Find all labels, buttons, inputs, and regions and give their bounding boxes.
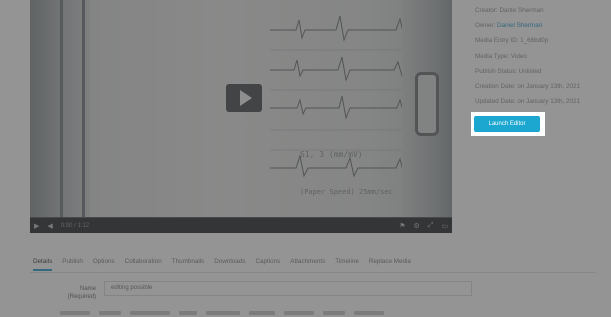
tab-publish[interactable]: Publish [62,258,83,271]
tab-attachments[interactable]: Attachments [290,258,325,271]
updated-date-row: Updated Date: on January 13th, 2021 [475,98,581,106]
video-player[interactable]: S1, 3 (mm/mV) (Paper Speed) 25mm/sec ▶ ◀… [30,0,452,233]
cutoff-item [323,311,345,315]
tab-captions[interactable]: Captions [255,258,280,271]
cutoff-item [249,311,275,315]
flag-icon[interactable]: ⚑ [399,222,405,230]
owner-link[interactable]: Daniel Sherman [497,22,542,29]
launch-editor-button[interactable]: Launch Editor [474,116,540,132]
ecg-trace-graphic [270,15,420,178]
media-metadata: Creator: Dante Sherman Owner: Daniel She… [475,6,605,112]
media-edit-page: S1, 3 (mm/mV) (Paper Speed) 25mm/sec ▶ ◀… [0,0,611,317]
tabs-divider [30,272,596,273]
cutoff-item [179,311,197,315]
cutoff-toolbar [60,311,420,317]
publish-status-row: Publish Status: Unlisted [475,67,542,75]
play-control-icon[interactable]: ▶ [34,222,39,230]
play-button[interactable] [226,84,262,112]
tab-replace-media[interactable]: Replace Media [369,258,411,271]
ecg-annotation: S1, 3 (mm/mV) [300,150,363,159]
media-type-row: Media Type: Video [475,52,527,60]
play-icon [239,90,252,106]
settings-icon[interactable]: ⚙ [413,222,419,230]
volume-icon[interactable]: ◀ [47,222,52,230]
tab-timeline[interactable]: Timeline [335,258,359,271]
tab-downloads[interactable]: Downloads [214,258,245,271]
owner-label: Owner: [475,22,498,30]
name-field-label: Name (Required) [67,286,96,300]
creator-row: Creator: Dante Sherman [475,7,544,14]
entry-id-row: Media Entry ID: 1_66bd0p [475,37,549,45]
tab-options[interactable]: Options [93,258,115,271]
cutoff-item [60,311,90,315]
frame-bar-2 [82,0,85,218]
tab-details[interactable]: Details [33,258,53,271]
ecg-annotation-secondary: (Paper Speed) 25mm/sec [300,188,393,196]
cutoff-item [206,311,240,315]
captions-icon[interactable]: ▭ [441,222,448,230]
player-controls: ▶ ◀ 0:00 / 1:12 ⚑ ⚙ ⤢ ▭ [30,218,452,233]
owner-row: Owner: Daniel Sherman [475,21,605,36]
tab-thumbnails[interactable]: Thumbnails [172,258,205,271]
tab-collaboration[interactable]: Collaboration [125,258,162,271]
frame-handle [415,72,439,136]
time-display: 0:00 / 1:12 [60,222,90,229]
creation-date-row: Creation Date: on January 13th, 2021 [475,82,581,90]
name-field[interactable] [104,281,472,296]
edit-tabs: Details Publish Options Collaboration Th… [33,258,411,271]
launch-editor-highlight: Launch Editor [471,112,545,136]
cutoff-item [284,311,314,315]
frame-bar [60,0,63,218]
cutoff-item [130,311,170,315]
cutoff-item [354,311,384,315]
cutoff-item [99,311,121,315]
fullscreen-icon[interactable]: ⤢ [428,222,434,230]
